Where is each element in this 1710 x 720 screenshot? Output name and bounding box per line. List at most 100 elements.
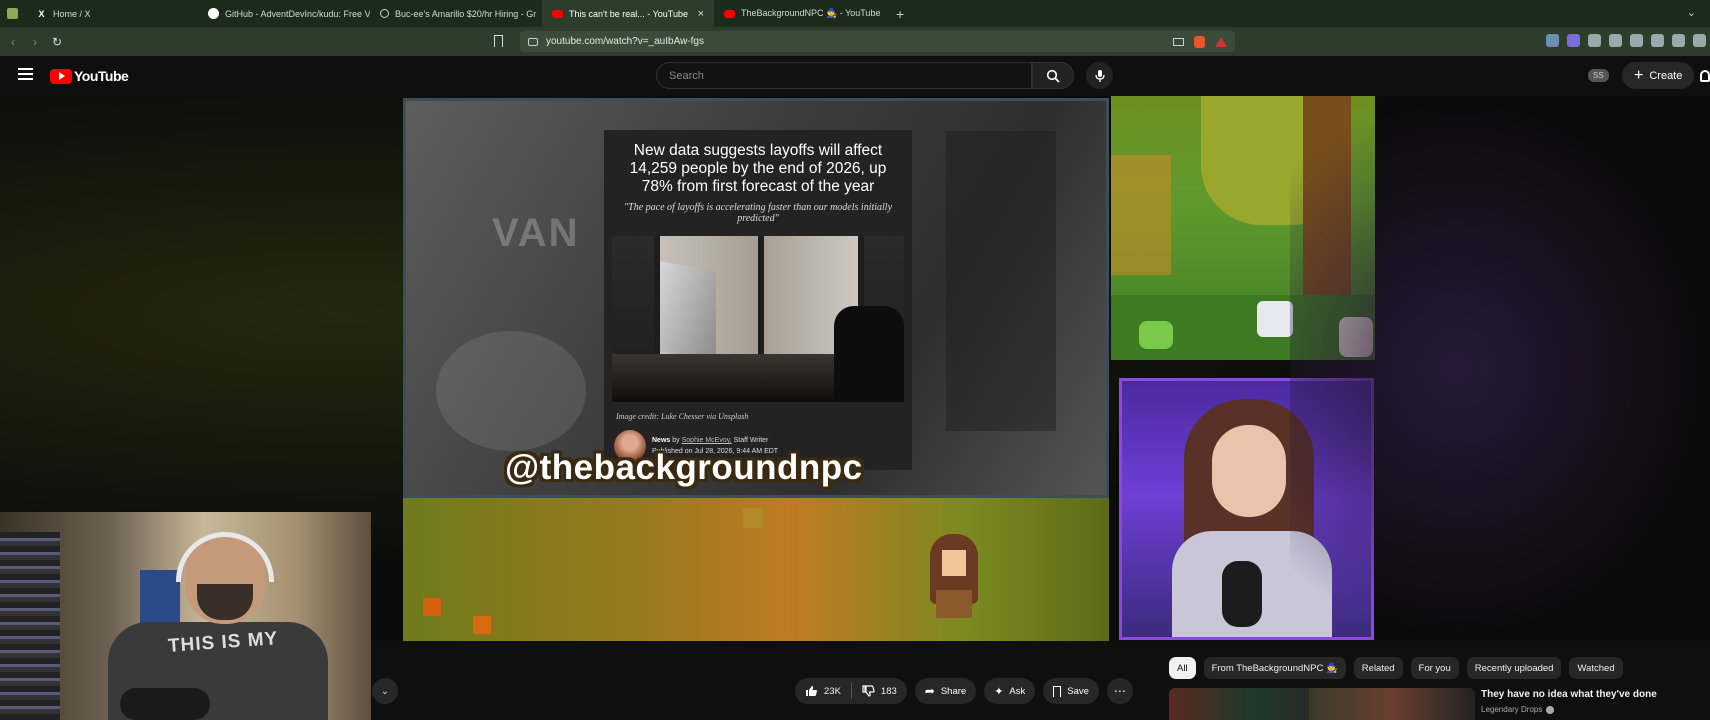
like-button[interactable]: 23K <box>795 685 851 697</box>
media-icon[interactable] <box>1630 34 1643 47</box>
sidebar-icon[interactable] <box>1609 34 1622 47</box>
tab-bucees[interactable]: Buc-ee's Amarillo $20/hr Hiring - Gr <box>370 0 542 27</box>
blurred-shape <box>436 331 586 451</box>
youtube-logo[interactable]: YouTube <box>50 68 129 84</box>
video-actions: 23K 183 ➦ Share ✦ Ask Save ⋯ <box>795 678 1133 704</box>
ss-badge[interactable]: SS <box>1588 69 1609 82</box>
bookmark-icon[interactable] <box>494 35 503 47</box>
reactor-webcam: THIS IS MY <box>0 512 371 720</box>
close-tab-icon[interactable]: × <box>698 8 704 20</box>
search-icon <box>1046 69 1060 83</box>
thumbs-up-icon <box>806 686 817 696</box>
new-tab-button[interactable]: + <box>886 6 914 22</box>
cast-icon[interactable] <box>1173 37 1184 46</box>
blurred-shape <box>946 131 1056 431</box>
url-field[interactable]: youtube.com/watch?v=_auIbAw-fgs <box>520 31 1235 52</box>
create-label: Create <box>1649 69 1683 82</box>
reload-icon[interactable]: ↻ <box>46 35 68 49</box>
workspaces-icon[interactable] <box>0 0 26 27</box>
tab-backgroundnpc[interactable]: TheBackgroundNPC 🧙 - YouTube <box>714 0 886 27</box>
pixel-art-banner <box>403 498 1109 641</box>
search-input[interactable]: Search <box>656 62 1032 89</box>
pixel-forest-scene <box>1111 96 1375 360</box>
chip-all[interactable]: All <box>1169 657 1196 679</box>
wallet-icon[interactable] <box>1672 34 1685 47</box>
like-dislike-group: 23K 183 <box>795 678 907 704</box>
slide-watermark: VAN <box>492 211 580 255</box>
tab-title: Home / X <box>53 8 91 19</box>
cat-sprite <box>1257 301 1293 337</box>
address-bar-row: ‹ › ↻ youtube.com/watch?v=_auIbAw-fgs <box>0 27 1710 56</box>
tab-list-chevron-icon[interactable]: ⌄ <box>1687 6 1696 19</box>
article-photo <box>612 236 904 402</box>
url-text: youtube.com/watch?v=_auIbAw-fgs <box>546 36 704 47</box>
recommended-video-thumbnail[interactable] <box>1169 688 1475 720</box>
hamburger-menu-icon[interactable] <box>18 68 33 83</box>
author-name: Sophie McEvoy, <box>681 437 732 444</box>
article-card: New data suggests layoffs will affect 14… <box>604 130 912 470</box>
site-info-icon[interactable] <box>528 37 538 46</box>
youtube-header: YouTube Search SS + Create <box>0 56 1710 96</box>
share-button[interactable]: ➦ Share <box>914 678 977 704</box>
share-arrow-icon: ➦ <box>924 684 935 698</box>
puzzle-icon[interactable] <box>1588 34 1601 47</box>
chip-for-you[interactable]: For you <box>1410 657 1459 679</box>
menu-icon[interactable] <box>1693 34 1706 47</box>
chip-watched[interactable]: Watched <box>1569 657 1623 679</box>
brave-shield-icon[interactable] <box>1194 35 1205 48</box>
verified-check-icon <box>1546 705 1555 714</box>
related-filter-chips: All From TheBackgroundNPC 🧙 Related For … <box>1169 657 1623 679</box>
image-credit: Image credit: Luke Chesser via Unsplash <box>616 412 749 421</box>
by-prefix: by <box>672 437 680 444</box>
dislike-count: 183 <box>880 685 897 697</box>
extensions-area <box>1546 34 1706 47</box>
search-button[interactable] <box>1032 62 1074 89</box>
extension-icon[interactable] <box>1546 34 1559 47</box>
game-controller <box>120 688 210 720</box>
more-icon: ⋯ <box>1113 684 1126 698</box>
ask-label: Ask <box>1009 685 1026 697</box>
forward-arrow-icon[interactable]: › <box>24 35 46 49</box>
split-view-icon[interactable] <box>1651 34 1664 47</box>
extension-icon[interactable] <box>1567 34 1580 47</box>
dog-sprite <box>1339 317 1373 357</box>
tab-title: GitHub - AdventDevInc/kudu: Free V <box>225 8 370 19</box>
youtube-play-icon <box>50 68 72 84</box>
browser-tab-bar: X Home / X GitHub - AdventDevInc/kudu: F… <box>0 0 1710 27</box>
recommended-video-title[interactable]: They have no idea what they've done <box>1481 689 1657 700</box>
thumbs-down-icon <box>862 685 875 697</box>
chip-from-channel[interactable]: From TheBackgroundNPC 🧙 <box>1203 657 1346 679</box>
tab-title: TheBackgroundNPC 🧙 - YouTube <box>741 8 881 18</box>
web-icon <box>380 9 389 18</box>
microphone-icon <box>1094 69 1105 82</box>
dislike-button[interactable]: 183 <box>852 685 907 697</box>
save-label: Save <box>1067 685 1089 697</box>
author-role: Staff Writer <box>733 437 769 444</box>
recommended-channel[interactable]: Legendary Drops <box>1481 705 1555 714</box>
bookmark-icon <box>1053 685 1062 697</box>
ask-button[interactable]: ✦ Ask <box>984 678 1036 704</box>
pixel-girl-sprite <box>926 534 982 618</box>
expand-description-button[interactable]: ⌄ <box>372 678 398 704</box>
voice-search-button[interactable] <box>1086 62 1113 89</box>
chip-related[interactable]: Related <box>1353 657 1403 679</box>
share-label: Share <box>940 685 967 697</box>
chip-recently-uploaded[interactable]: Recently uploaded <box>1466 657 1562 679</box>
article-quote: "The pace of layoffs is accelerating fas… <box>623 202 893 224</box>
back-arrow-icon[interactable]: ‹ <box>2 35 24 49</box>
notifications-bell-icon[interactable] <box>1700 70 1710 82</box>
tab-youtube-video[interactable]: This can't be real... - YouTube × <box>542 0 714 27</box>
save-button[interactable]: Save <box>1043 678 1099 704</box>
frog-sprite <box>1139 321 1173 349</box>
sparkle-icon: ✦ <box>994 685 1004 698</box>
microphone-prop <box>1222 561 1262 627</box>
rewards-icon[interactable] <box>1215 36 1227 47</box>
tab-title: Buc-ee's Amarillo $20/hr Hiring - Gr <box>395 8 537 19</box>
tab-github[interactable]: GitHub - AdventDevInc/kudu: Free V <box>198 0 370 27</box>
youtube-icon <box>724 9 735 18</box>
create-button[interactable]: + Create <box>1622 62 1695 89</box>
youtube-icon <box>552 9 563 18</box>
tab-x-home[interactable]: X Home / X <box>26 0 198 27</box>
article-headline: New data suggests layoffs will affect 14… <box>629 142 887 195</box>
more-actions-button[interactable]: ⋯ <box>1106 678 1133 704</box>
